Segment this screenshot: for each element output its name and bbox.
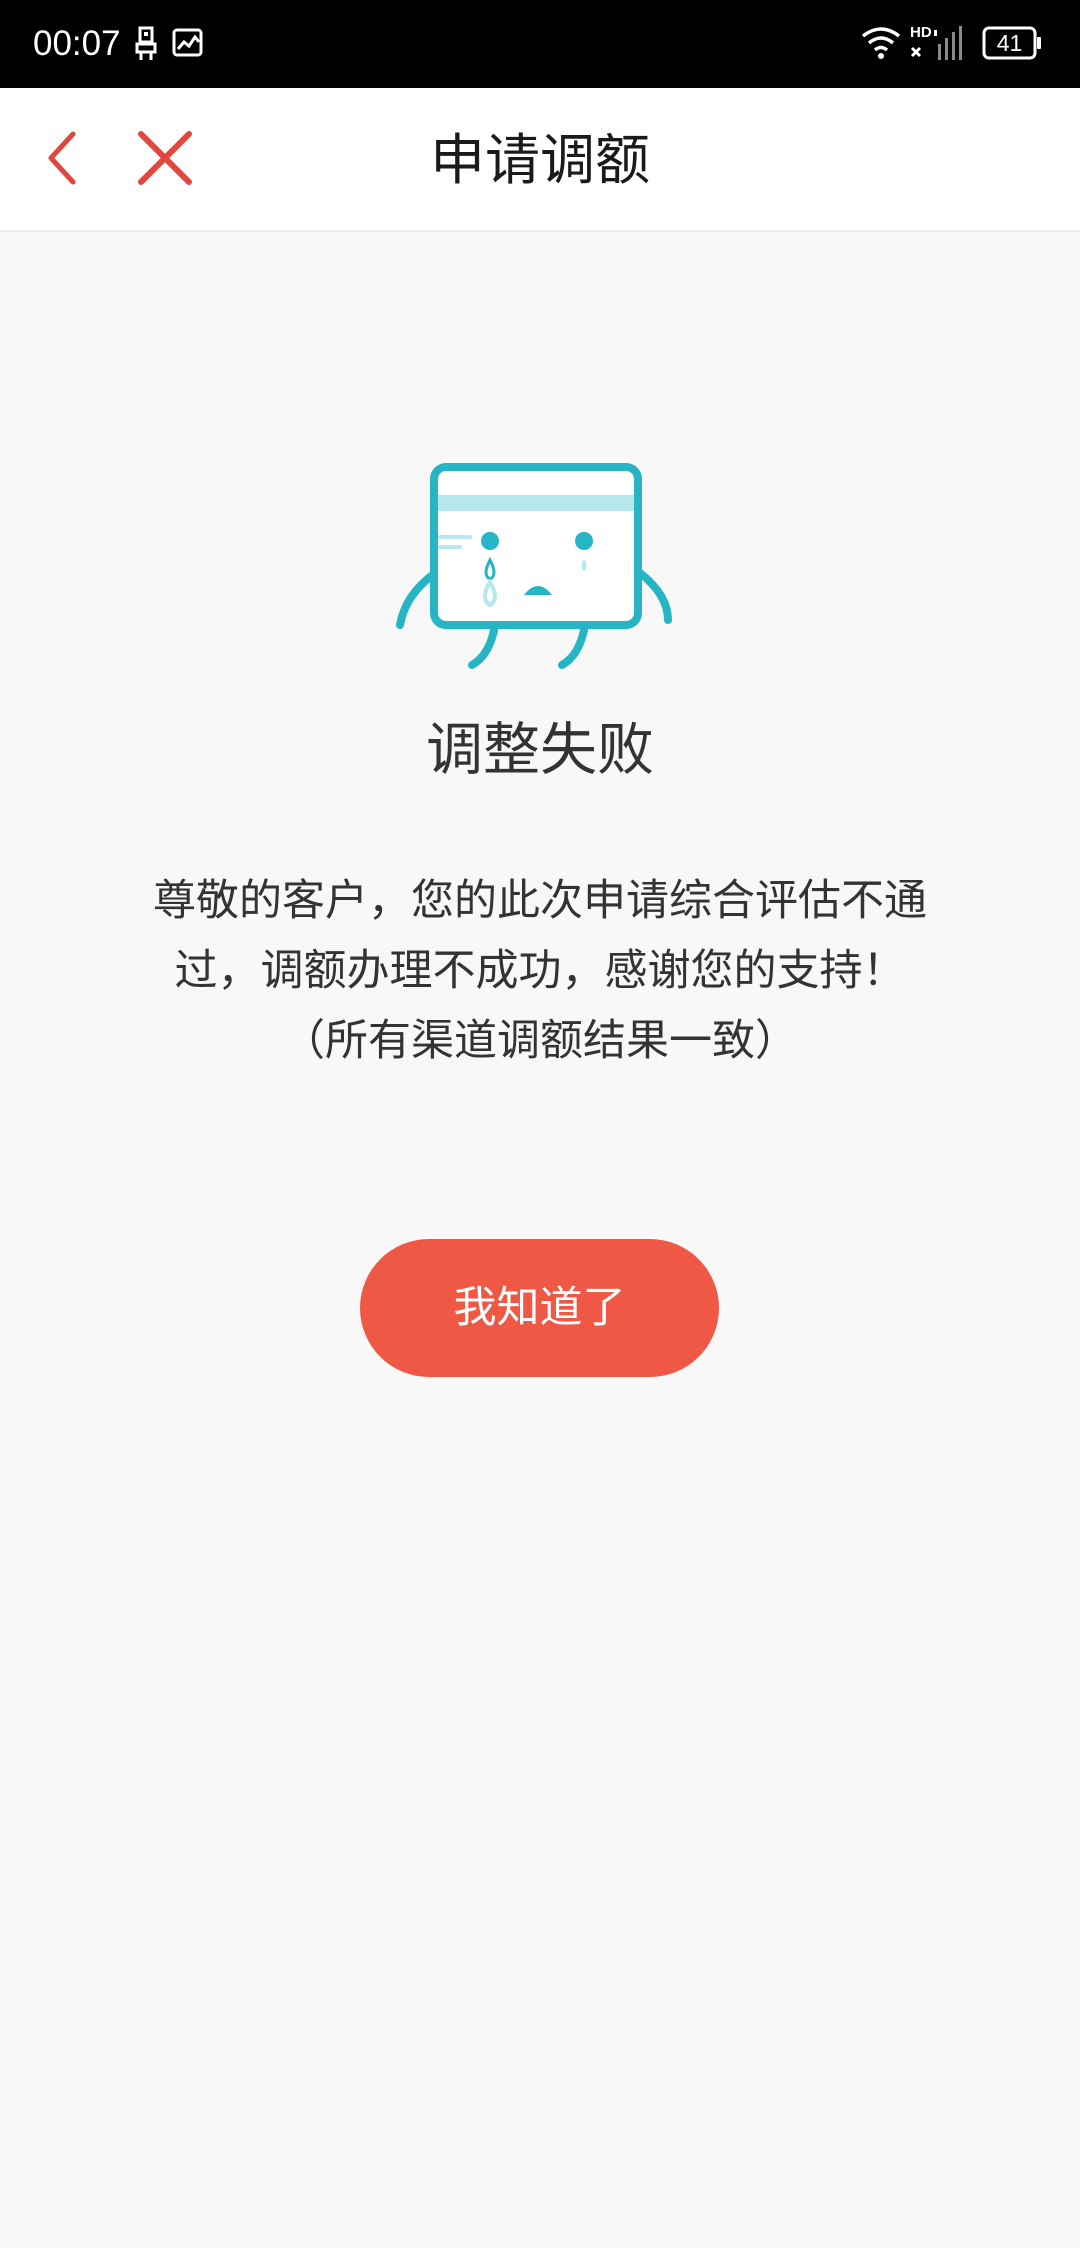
crying-card-illustration	[390, 455, 690, 689]
close-button[interactable]	[130, 88, 200, 232]
result-message-line: 尊敬的客户，您的此次申请综合评估不通	[153, 876, 927, 926]
confirm-button[interactable]: 我知道了	[360, 1239, 719, 1377]
wifi-icon	[860, 24, 902, 64]
result-message: 尊敬的客户，您的此次申请综合评估不通 过，调额办理不成功，感谢您的支持！ （所有…	[110, 866, 970, 1076]
back-arrow-icon	[41, 128, 81, 192]
signal-icon	[908, 22, 974, 68]
gallery-icon	[172, 28, 204, 62]
result-title: 调整失败	[426, 717, 654, 783]
battery-level: 41	[996, 30, 1023, 56]
back-button[interactable]	[26, 88, 96, 232]
result-message-line: （所有渠道调额结果一致）	[282, 1016, 798, 1066]
close-icon	[135, 128, 195, 192]
status-time: 00:07	[33, 24, 121, 63]
result-message-line: 过，调额办理不成功，感谢您的支持！	[174, 946, 906, 996]
nav-bar: 申请调额	[0, 88, 1080, 232]
usb-debug-icon	[132, 26, 160, 66]
status-bar: 00:07 HD 41	[0, 0, 1080, 88]
